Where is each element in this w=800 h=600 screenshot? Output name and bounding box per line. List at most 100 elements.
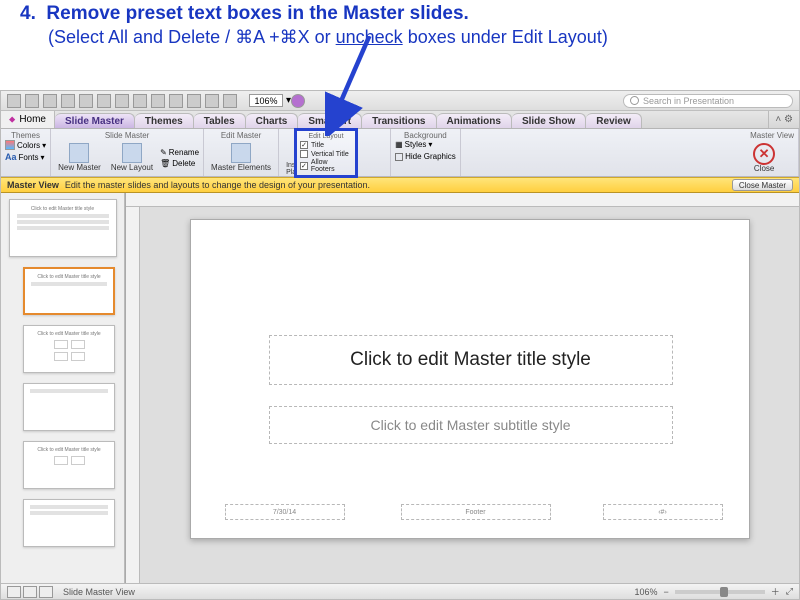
qat-icon[interactable] bbox=[133, 94, 147, 108]
checkbox-title[interactable]: ✓ Title bbox=[300, 141, 352, 149]
tab-slide-master[interactable]: Slide Master bbox=[55, 113, 135, 128]
group-title: Master View bbox=[750, 131, 794, 140]
app-chevron-icon: ⬥ bbox=[9, 114, 15, 125]
label: Allow Footers bbox=[311, 159, 352, 173]
tab-review[interactable]: Review bbox=[586, 113, 641, 128]
master-view-infobar: Master View Edit the master slides and l… bbox=[1, 177, 799, 193]
layout-thumbnail[interactable]: Click to edit Master title style bbox=[23, 267, 115, 315]
tab-charts[interactable]: Charts bbox=[246, 113, 299, 128]
label: Colors bbox=[17, 141, 40, 150]
group-title: Background bbox=[395, 131, 456, 140]
fonts-button[interactable]: AaFonts ▾ bbox=[5, 152, 45, 162]
title-placeholder[interactable]: Click to edit Master title style bbox=[269, 335, 673, 385]
tab-label: Charts bbox=[256, 116, 288, 127]
tab-label: Transitions bbox=[372, 116, 425, 127]
checkbox-vertical-title[interactable]: Vertical Title bbox=[300, 150, 352, 158]
placeholder-text: 7/30/14 bbox=[273, 509, 296, 516]
tab-home[interactable]: ⬥ Home bbox=[1, 111, 55, 128]
group-title: Themes bbox=[5, 131, 46, 140]
footer-placeholder[interactable]: Footer bbox=[401, 504, 551, 520]
view-normal-button[interactable] bbox=[7, 586, 21, 598]
delete-button[interactable]: 🗑 Delete bbox=[160, 159, 199, 168]
tab-label: Slide Show bbox=[522, 116, 575, 127]
new-layout-button[interactable]: New Layout bbox=[108, 142, 156, 173]
tab-slide-show[interactable]: Slide Show bbox=[512, 113, 586, 128]
close-master-button[interactable]: Close Master bbox=[732, 179, 793, 191]
label: Rename bbox=[169, 148, 199, 157]
qat-icon[interactable] bbox=[187, 94, 201, 108]
qat-icon[interactable] bbox=[223, 94, 237, 108]
slider-knob[interactable] bbox=[720, 587, 728, 597]
checkbox-icon: ✓ bbox=[300, 162, 308, 170]
step-sub-suffix: boxes under Edit Layout) bbox=[403, 27, 608, 47]
slide-scroll[interactable]: Click to edit Master title style Click t… bbox=[140, 207, 799, 583]
close-icon: ✕ bbox=[753, 143, 775, 165]
step-sub-prefix: (Select All and Delete / ⌘A +⌘X or bbox=[48, 27, 336, 47]
close-master-view-button[interactable]: ✕ Close bbox=[750, 142, 778, 174]
colors-button[interactable]: Colors ▾ bbox=[5, 140, 46, 150]
qat-icon[interactable] bbox=[7, 94, 21, 108]
group-title: Edit Layout bbox=[300, 133, 352, 140]
checkbox-allow-footers[interactable]: ✓ Allow Footers bbox=[300, 159, 352, 173]
qat-icon[interactable] bbox=[25, 94, 39, 108]
thumb-title: Click to edit Master title style bbox=[27, 331, 111, 337]
qat-icon[interactable] bbox=[61, 94, 75, 108]
search-input[interactable]: Search in Presentation bbox=[623, 94, 793, 108]
tab-label: Themes bbox=[145, 116, 183, 127]
view-sorter-button[interactable] bbox=[23, 586, 37, 598]
zoom-in-button[interactable]: ＋ bbox=[771, 585, 780, 598]
thumb-title: Click to edit Master title style bbox=[14, 206, 112, 212]
layout-thumbnail[interactable] bbox=[23, 383, 115, 431]
master-thumbnail[interactable]: Click to edit Master title style bbox=[9, 199, 117, 257]
ribbon-tabs: ⬥ Home Slide Master Themes Tables Charts… bbox=[1, 111, 799, 129]
tab-label: Home bbox=[19, 114, 46, 125]
date-placeholder[interactable]: 7/30/14 bbox=[225, 504, 345, 520]
group-slide-master: Slide Master New Master New Layout ✎ Ren… bbox=[51, 129, 204, 176]
qat-icon[interactable] bbox=[205, 94, 219, 108]
qat-icon[interactable] bbox=[115, 94, 129, 108]
tab-tables[interactable]: Tables bbox=[194, 113, 246, 128]
tab-label: Animations bbox=[447, 116, 501, 127]
bg-styles-button[interactable]: ▦ Styles ▾ bbox=[395, 140, 432, 149]
qat-icon[interactable] bbox=[169, 94, 183, 108]
zoom-control[interactable]: 106% ▾ bbox=[249, 94, 291, 107]
rename-button[interactable]: ✎ Rename bbox=[160, 148, 199, 157]
new-master-button[interactable]: New Master bbox=[55, 142, 104, 173]
qat-icon[interactable] bbox=[43, 94, 57, 108]
slide-number-placeholder[interactable]: ‹#› bbox=[603, 504, 723, 520]
master-elements-icon bbox=[231, 143, 251, 163]
zoom-value[interactable]: 106% bbox=[249, 94, 283, 107]
edit-layout-panel: Edit Layout ✓ Title Vertical Title ✓ All… bbox=[294, 128, 358, 178]
slide-thumbnails-pane[interactable]: Click to edit Master title style Click t… bbox=[1, 193, 125, 583]
zoom-out-button[interactable]: − bbox=[664, 587, 669, 597]
tab-transitions[interactable]: Transitions bbox=[362, 113, 436, 128]
layout-thumbnail[interactable]: Click to edit Master title style bbox=[23, 325, 115, 373]
view-slideshow-button[interactable] bbox=[39, 586, 53, 598]
label: Title bbox=[311, 142, 324, 149]
qat-icon[interactable] bbox=[151, 94, 165, 108]
ribbon-collapse[interactable]: ˄ ⚙ bbox=[768, 111, 799, 128]
qat-icon[interactable] bbox=[79, 94, 93, 108]
group-title: Edit Master bbox=[208, 131, 274, 140]
subtitle-placeholder[interactable]: Click to edit Master subtitle style bbox=[269, 406, 673, 444]
layout-thumbnail[interactable]: Click to edit Master title style bbox=[23, 441, 115, 489]
fonts-icon: Aa bbox=[5, 152, 17, 162]
hide-graphics-checkbox[interactable]: Hide Graphics bbox=[395, 152, 456, 161]
help-icon[interactable] bbox=[291, 94, 305, 108]
layout-thumbnail[interactable] bbox=[23, 499, 115, 547]
label: Hide Graphics bbox=[405, 152, 456, 161]
status-zoom-value: 106% bbox=[634, 587, 657, 597]
checkbox-icon: ✓ bbox=[300, 141, 308, 149]
master-slide[interactable]: Click to edit Master title style Click t… bbox=[190, 219, 750, 539]
group-master-view: Master View ✕ Close bbox=[746, 129, 799, 176]
zoom-slider[interactable] bbox=[675, 590, 765, 594]
qat-icon[interactable] bbox=[97, 94, 111, 108]
group-edit-master: Edit Master Master Elements bbox=[204, 129, 279, 176]
group-background: Background ▦ Styles ▾ Hide Graphics bbox=[391, 129, 461, 176]
master-elements-button[interactable]: Master Elements bbox=[208, 142, 274, 173]
tab-animations[interactable]: Animations bbox=[437, 113, 512, 128]
fit-window-button[interactable]: ⤢ bbox=[786, 586, 793, 597]
thumb-title: Click to edit Master title style bbox=[28, 274, 110, 280]
tab-themes[interactable]: Themes bbox=[135, 113, 194, 128]
tab-smartart[interactable]: SmartArt bbox=[298, 113, 362, 128]
